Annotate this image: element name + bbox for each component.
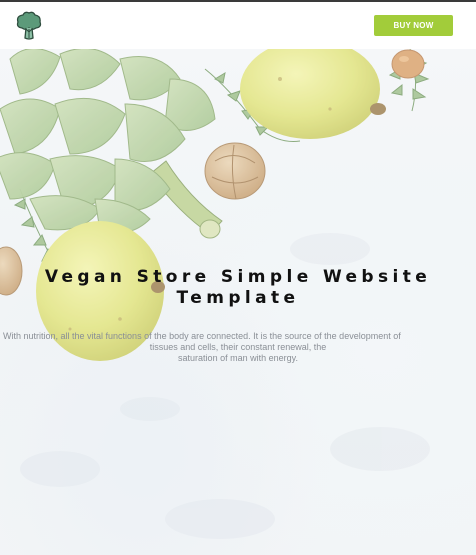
hero-description: With nutrition, all the vital functions … <box>0 331 476 364</box>
hero-section: Vegan Store Simple Website Template With… <box>0 49 476 555</box>
hero-description-rest: tissues and cells, their constant renewa… <box>149 342 327 363</box>
hero-description-line1: With nutrition, all the vital functions … <box>3 331 401 341</box>
buy-now-button[interactable]: BUY NOW <box>374 15 453 36</box>
site-header: BUY NOW <box>0 2 476 49</box>
broccoli-logo-icon[interactable] <box>15 11 43 41</box>
hero-title: Vegan Store Simple Website Template <box>44 267 432 308</box>
